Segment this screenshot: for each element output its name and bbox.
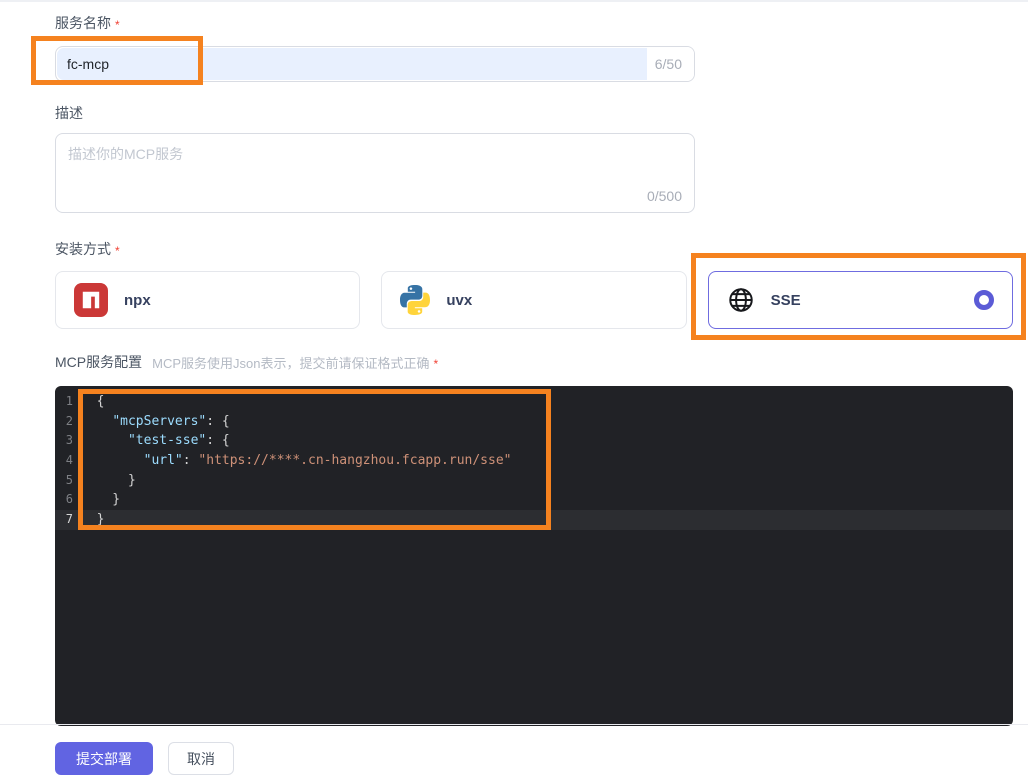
line-number: 1 [65, 394, 73, 408]
required-marker: * [433, 357, 439, 371]
service-name-label: 服务名称 * [55, 13, 1028, 33]
radio-selected-icon[interactable] [973, 290, 994, 310]
description-label-text: 描述 [55, 105, 83, 121]
npm-icon [74, 283, 108, 317]
editor-line[interactable]: 2 "mcpServers": { [55, 412, 1013, 432]
code-text: } [81, 512, 105, 528]
service-name-input[interactable] [57, 48, 647, 80]
install-method-label: 安装方式 * [55, 239, 1028, 259]
editor-line[interactable]: 3 "test-sse": { [55, 431, 1013, 451]
line-number: 6 [65, 492, 73, 507]
install-method-label-text: 安装方式 [55, 241, 111, 257]
cancel-button[interactable]: 取消 [168, 742, 234, 775]
description-label: 描述 [55, 103, 1028, 123]
code-editor-lines: 1 {2 "mcpServers": {3 "test-sse": {4 "ur… [55, 392, 1013, 530]
code-text: { [81, 394, 105, 409]
mcp-service-form: 服务名称 * 6/50 描述 0/500 安装方式 * npx [0, 2, 1028, 726]
json-code-editor[interactable]: 1 {2 "mcpServers": {3 "test-sse": {4 "ur… [55, 386, 1013, 726]
description-counter: 0/500 [646, 188, 682, 204]
line-number: 7 [65, 512, 73, 527]
line-number: 4 [65, 453, 73, 468]
service-name-field: 6/50 [55, 46, 695, 82]
config-section-label: MCP服务配置 MCP服务使用Json表示，提交前请保证格式正确 * [55, 352, 1028, 372]
footer-actions: 提交部署 取消 [55, 742, 234, 775]
install-option-sse[interactable]: SSE [707, 271, 1013, 329]
install-option-label: npx [124, 291, 151, 309]
code-text: "url": "https://****.cn-hangzhou.fcapp.r… [143, 453, 512, 469]
editor-line[interactable]: 7 } [55, 510, 1013, 530]
editor-line[interactable]: 4 "url": "https://****.cn-hangzhou.fcapp… [55, 451, 1013, 471]
service-name-counter: 6/50 [646, 47, 694, 81]
config-hint: MCP服务使用Json表示，提交前请保证格式正确 [152, 355, 430, 371]
install-option-label: SSE [770, 291, 801, 309]
install-method-options: npx uvx SSE [55, 271, 1013, 329]
editor-line[interactable]: 1 { [55, 392, 1013, 412]
code-text: "test-sse": { [127, 433, 230, 449]
editor-line[interactable]: 5 } [55, 471, 1013, 491]
line-number: 3 [65, 433, 73, 448]
install-option-uvx[interactable]: uvx [381, 271, 687, 329]
line-number: 5 [65, 472, 73, 487]
code-text: } [81, 472, 136, 488]
service-name-label-text: 服务名称 [55, 15, 111, 31]
description-input[interactable] [56, 134, 694, 212]
description-field: 0/500 [55, 133, 695, 213]
code-text: "mcpServers": { [112, 413, 230, 429]
code-text: } [81, 492, 121, 508]
python-icon [400, 285, 431, 315]
install-option-label: uvx [446, 291, 473, 309]
submit-deploy-button[interactable]: 提交部署 [55, 742, 153, 775]
config-title: MCP服务配置 [55, 354, 143, 370]
editor-line[interactable]: 6 } [55, 490, 1013, 510]
footer-divider [0, 724, 1028, 725]
globe-icon [727, 286, 755, 314]
required-marker: * [115, 244, 120, 258]
required-marker: * [115, 18, 120, 32]
install-option-npx[interactable]: npx [55, 271, 361, 329]
line-number: 2 [65, 413, 73, 428]
